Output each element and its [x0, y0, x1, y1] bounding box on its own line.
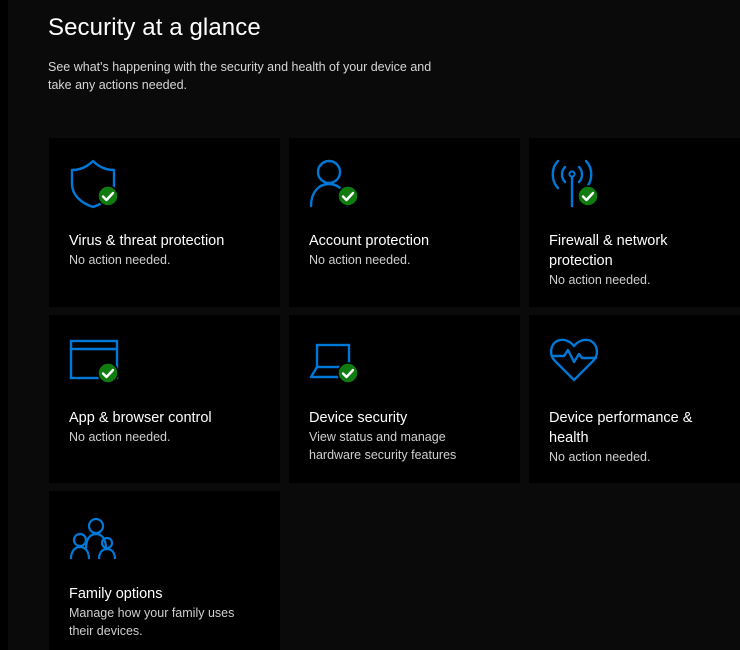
tile-account-protection[interactable]: Account protection No action needed.: [289, 138, 520, 307]
person-icon: [309, 158, 369, 210]
tile-virus-threat-protection[interactable]: Virus & threat protection No action need…: [49, 138, 280, 307]
tile-text: Family options Manage how your family us…: [69, 584, 249, 640]
tile-text: Account protection No action needed.: [309, 231, 519, 269]
tile-text: Firewall & network protection No action …: [549, 231, 729, 289]
page-subtitle: See what's happening with the security a…: [48, 60, 432, 92]
laptop-icon: [309, 335, 369, 387]
check-badge-icon: [337, 362, 359, 384]
tile-title: Device performance & health: [549, 410, 693, 446]
tile-device-performance-health[interactable]: Device performance & health No action ne…: [529, 315, 740, 483]
tile-title: Family options: [69, 586, 163, 602]
tile-device-security[interactable]: Device security View status and manage h…: [289, 315, 520, 483]
tile-title: Account protection: [309, 233, 430, 249]
tile-title: App & browser control: [69, 410, 212, 426]
tile-family-options[interactable]: Family options Manage how your family us…: [49, 491, 280, 650]
tile-firewall-network-protection[interactable]: Firewall & network protection No action …: [529, 138, 740, 307]
left-nav-edge: [0, 0, 8, 650]
tile-status: Manage how your family uses their device…: [69, 606, 235, 638]
tile-status: No action needed.: [69, 430, 171, 444]
security-dashboard: Security at a glance See what's happenin…: [0, 0, 740, 650]
tile-text: Virus & threat protection No action need…: [69, 231, 279, 269]
check-badge-icon: [577, 185, 599, 207]
tile-text: App & browser control No action needed.: [69, 408, 279, 446]
family-icon: [69, 511, 129, 563]
tile-text: Device performance & health No action ne…: [549, 408, 729, 466]
tile-title: Device security: [309, 410, 408, 426]
tile-status: No action needed.: [549, 273, 651, 287]
antenna-icon: [549, 158, 609, 210]
tile-status: No action needed.: [549, 450, 651, 464]
tile-text: Device security View status and manage h…: [309, 408, 479, 464]
tile-status: No action needed.: [309, 253, 411, 267]
page-title: Security at a glance: [48, 14, 261, 41]
shield-icon: [69, 158, 129, 210]
tile-app-browser-control[interactable]: App & browser control No action needed.: [49, 315, 280, 483]
tile-title: Virus & threat protection: [69, 233, 225, 249]
tile-title: Firewall & network protection: [549, 233, 668, 269]
heart-pulse-icon: [549, 335, 609, 387]
check-badge-icon: [97, 362, 119, 384]
tile-status: View status and manage hardware security…: [309, 430, 457, 462]
browser-window-icon: [69, 335, 129, 387]
check-badge-icon: [97, 185, 119, 207]
check-badge-icon: [337, 185, 359, 207]
tile-status: No action needed.: [69, 253, 171, 267]
